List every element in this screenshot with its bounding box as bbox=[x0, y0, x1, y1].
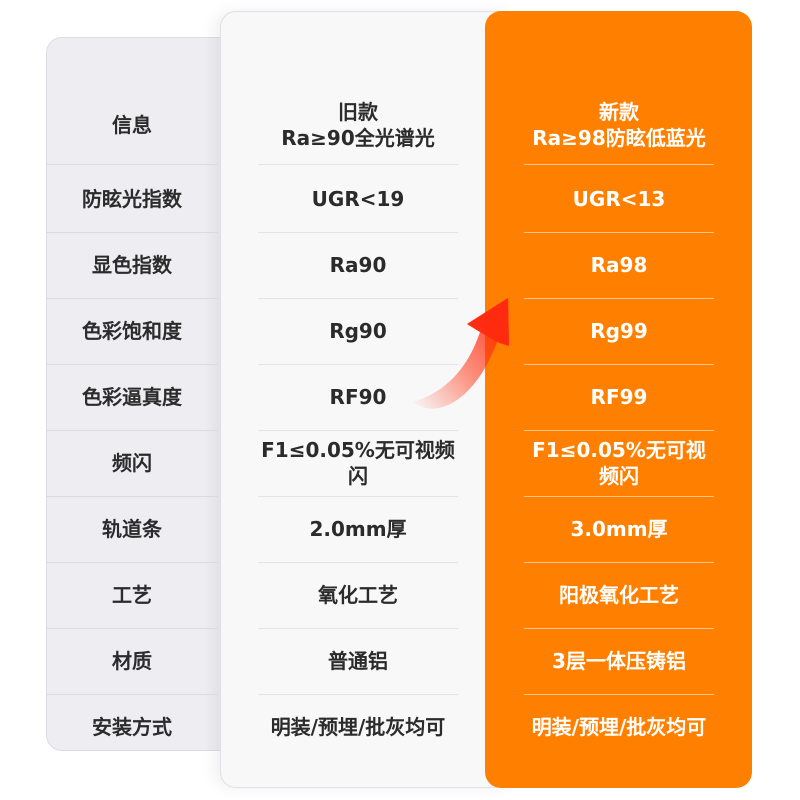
label-material: 材质 bbox=[112, 649, 152, 673]
old-installation: 明装/预埋/批灰均可 bbox=[270, 715, 446, 739]
new-header-subtitle: Ra≥98防眩低蓝光 bbox=[532, 126, 706, 150]
new-track: 3.0mm厚 bbox=[570, 517, 668, 541]
label-info: 信息 bbox=[112, 113, 152, 137]
new-color-fidelity: RF99 bbox=[590, 385, 648, 409]
old-header-subtitle: Ra≥90全光谱光 bbox=[281, 126, 435, 150]
new-color-rendering: Ra98 bbox=[590, 253, 648, 277]
new-glare-index: UGR<13 bbox=[572, 186, 666, 211]
label-track: 轨道条 bbox=[102, 517, 162, 541]
new-process: 阳极氧化工艺 bbox=[559, 583, 679, 607]
label-color-saturation: 色彩饱和度 bbox=[82, 319, 182, 343]
new-installation: 明装/预埋/批灰均可 bbox=[531, 715, 707, 739]
new-rows: 新款 Ra≥98防眩低蓝光 UGR<13 Ra98 Rg99 RF99 F1≤0… bbox=[524, 0, 714, 800]
new-material: 3层一体压铸铝 bbox=[552, 649, 686, 673]
old-header: 旧款 Ra≥90全光谱光 bbox=[258, 85, 458, 165]
label-color-fidelity: 色彩逼真度 bbox=[82, 385, 182, 409]
label-glare-index: 防眩光指数 bbox=[82, 186, 182, 211]
old-track: 2.0mm厚 bbox=[309, 517, 407, 541]
old-flicker: F1≤0.05%无可视频闪 bbox=[261, 438, 455, 488]
old-color-rendering: Ra90 bbox=[329, 253, 387, 277]
label-process: 工艺 bbox=[112, 583, 152, 607]
label-rows: 信息 防眩光指数 显色指数 色彩饱和度 色彩逼真度 频闪 轨道条 工艺 材质 安… bbox=[46, 0, 218, 800]
new-color-saturation: Rg99 bbox=[590, 319, 648, 343]
new-header-title: 新款 bbox=[599, 100, 639, 124]
label-color-rendering: 显色指数 bbox=[92, 253, 172, 277]
old-material: 普通铝 bbox=[328, 649, 388, 673]
label-installation: 安装方式 bbox=[92, 715, 172, 739]
old-glare-index: UGR<19 bbox=[311, 186, 405, 211]
old-process: 氧化工艺 bbox=[318, 583, 398, 607]
label-flicker: 频闪 bbox=[112, 451, 152, 475]
upgrade-arrow-icon bbox=[413, 298, 509, 409]
new-flicker: F1≤0.05%无可视频闪 bbox=[532, 438, 706, 488]
old-header-title: 旧款 bbox=[338, 100, 378, 124]
new-header: 新款 Ra≥98防眩低蓝光 bbox=[524, 85, 714, 165]
